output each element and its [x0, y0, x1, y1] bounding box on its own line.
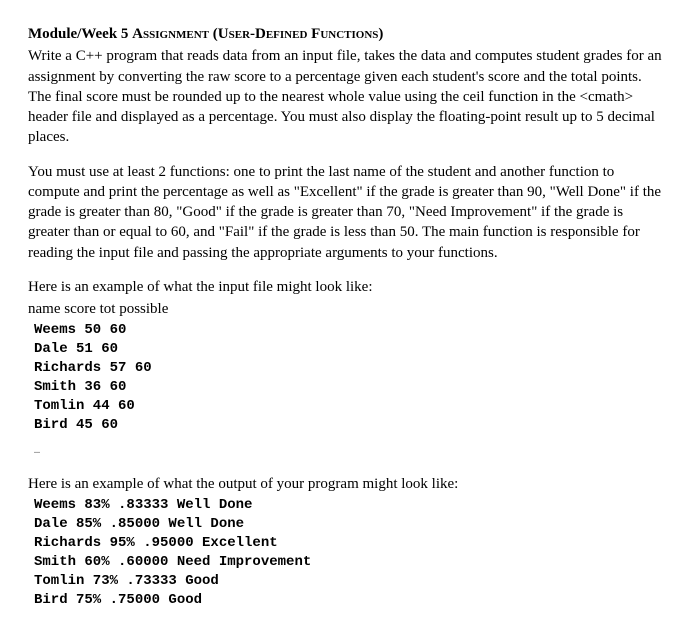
heading-prefix: Module/Week 5: [28, 26, 132, 42]
heading-assignment: Assignment: [132, 26, 209, 42]
input-intro-line: Here is an example of what the input fil…: [28, 277, 666, 297]
heading-paren-close: ): [378, 26, 383, 42]
heading-subtitle: User-Defined Functions: [218, 26, 379, 42]
input-file-sample: Weems 50 60 Dale 51 60 Richards 57 60 Sm…: [34, 321, 666, 434]
ellipsis-marker: …: [34, 445, 666, 459]
assignment-heading: Module/Week 5 Assignment (User-Defined F…: [28, 24, 666, 44]
paragraph-1: Write a C++ program that reads data from…: [28, 46, 666, 147]
heading-paren-open: (: [209, 26, 218, 42]
paragraph-2: You must use at least 2 functions: one t…: [28, 162, 666, 263]
output-intro-line: Here is an example of what the output of…: [28, 474, 666, 494]
input-header-line: name score tot possible: [28, 299, 666, 319]
output-sample: Weems 83% .83333 Well Done Dale 85% .850…: [34, 496, 666, 609]
